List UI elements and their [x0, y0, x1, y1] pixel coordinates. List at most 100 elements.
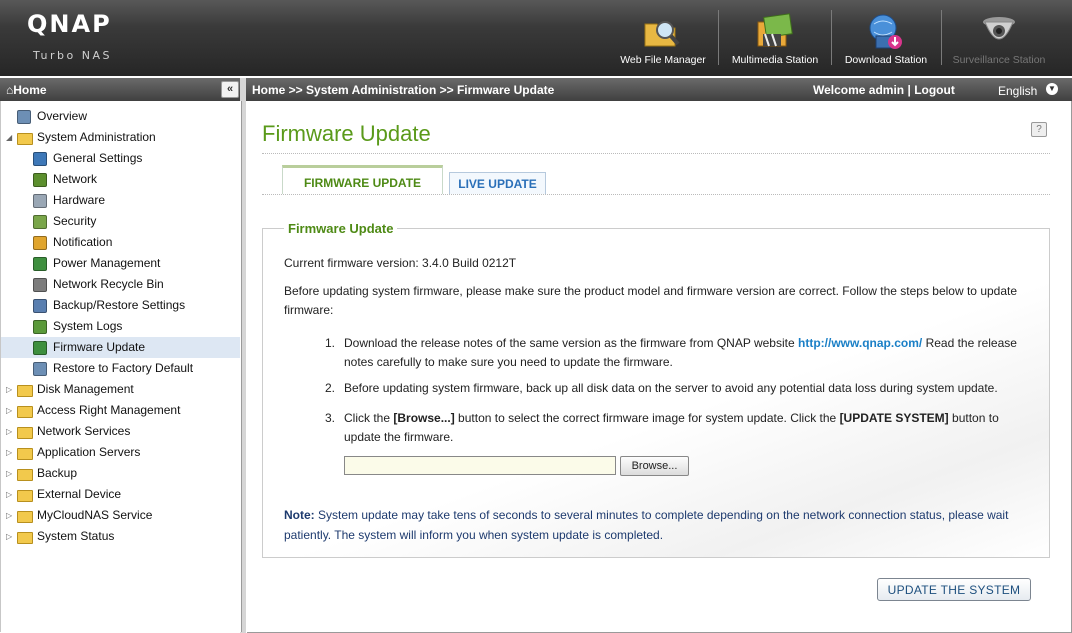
sidebar-item-network-recycle-bin[interactable]: Network Recycle Bin	[1, 274, 240, 295]
sidebar-item-disk-management[interactable]: ▷ Disk Management	[1, 379, 240, 400]
backup-restore-icon	[33, 299, 47, 313]
folder-icon	[17, 532, 33, 544]
folder-icon	[17, 427, 33, 439]
current-version: Current firmware version: 3.4.0 Build 02…	[284, 254, 516, 273]
sidebar-item-label: MyCloudNAS Service	[37, 508, 153, 522]
system-logs-icon	[33, 320, 47, 334]
sidebar-item-firmware-update[interactable]: Firmware Update	[1, 337, 240, 358]
folder-icon	[17, 385, 33, 397]
header-divider	[831, 10, 832, 65]
folder-open-icon	[17, 133, 33, 145]
sidebar-item-restore-to-factory-default[interactable]: Restore to Factory Default	[1, 358, 240, 379]
sidebar-item-label: General Settings	[53, 151, 143, 165]
sidebar-item-overview[interactable]: Overview	[1, 106, 240, 127]
sidebar-item-notification[interactable]: Notification	[1, 232, 240, 253]
collapsed-arrow-icon[interactable]: ▷	[6, 400, 16, 421]
folder-icon	[17, 511, 33, 523]
collapsed-arrow-icon[interactable]: ▷	[6, 379, 16, 400]
divider	[262, 194, 1050, 195]
sidebar-item-power-management[interactable]: Power Management	[1, 253, 240, 274]
sidebar-item-system-logs[interactable]: System Logs	[1, 316, 240, 337]
sidebar-home-label: Home	[13, 83, 47, 97]
sidebar-item-backup-restore-settings[interactable]: Backup/Restore Settings	[1, 295, 240, 316]
update-system-button[interactable]: UPDATE THE SYSTEM	[877, 578, 1031, 601]
step-number: 2.	[325, 381, 336, 395]
collapsed-arrow-icon[interactable]: ▷	[6, 505, 16, 526]
multimedia-station-icon	[757, 13, 793, 47]
hardware-icon	[33, 194, 47, 208]
collapsed-arrow-icon[interactable]: ▷	[6, 442, 16, 463]
sidebar-item-label: Access Right Management	[37, 403, 181, 417]
browse-button[interactable]: Browse...	[620, 456, 689, 476]
sidebar-home[interactable]: ⌂Home	[6, 83, 47, 97]
sidebar-item-label: Hardware	[53, 193, 106, 207]
step-1-text: Download the release notes of the same v…	[344, 336, 1017, 369]
tab-live-update[interactable]: LIVE UPDATE	[449, 172, 546, 194]
help-icon[interactable]: ?	[1031, 122, 1047, 137]
sidebar-item-application-servers[interactable]: ▷ Application Servers	[1, 442, 240, 463]
sidebar-item-label: Overview	[37, 109, 88, 123]
separator: |	[907, 83, 911, 97]
sidebar-item-general-settings[interactable]: General Settings	[1, 148, 240, 169]
security-icon	[33, 215, 47, 229]
app-multimedia-station[interactable]: Multimedia Station	[725, 6, 825, 72]
app-web-file-manager[interactable]: Web File Manager	[615, 6, 711, 72]
folder-icon	[17, 490, 33, 502]
chevron-down-icon[interactable]: ▼	[1046, 83, 1058, 95]
folder-icon	[17, 448, 33, 460]
surveillance-station-icon	[983, 17, 1015, 40]
step-3-text: Click the [Browse...] button to select t…	[344, 411, 999, 444]
sidebar-item-external-device[interactable]: ▷ External Device	[1, 484, 240, 505]
header-divider	[718, 10, 719, 65]
firmware-file-input[interactable]	[344, 456, 616, 475]
sidebar-item-label: Backup/Restore Settings	[53, 298, 186, 312]
sidebar-item-access-right-management[interactable]: ▷ Access Right Management	[1, 400, 240, 421]
factory-default-icon	[33, 362, 47, 376]
qnap-website-link[interactable]: http://www.qnap.com/	[798, 336, 922, 350]
tab-firmware-update[interactable]: FIRMWARE UPDATE	[282, 165, 443, 194]
sidebar-item-network-services[interactable]: ▷ Network Services	[1, 421, 240, 442]
download-station-icon	[869, 14, 902, 49]
sidebar-item-mycloudnas-service[interactable]: ▷ MyCloudNAS Service	[1, 505, 240, 526]
welcome-text: Welcome admin	[813, 83, 905, 97]
language-select[interactable]: English	[998, 84, 1037, 98]
app-surveillance-station[interactable]: Surveillance Station	[947, 6, 1051, 72]
collapse-sidebar-button[interactable]: «	[221, 81, 239, 98]
collapsed-arrow-icon[interactable]: ▷	[6, 421, 16, 442]
qnap-logo: QNAP	[27, 10, 112, 38]
expanded-arrow-icon[interactable]: ◢	[6, 127, 16, 148]
sidebar-item-system-administration[interactable]: ◢ System Administration	[1, 127, 240, 148]
sidebar-item-label: External Device	[37, 487, 122, 501]
step-number: 1.	[325, 336, 336, 350]
sidebar-item-label: Power Management	[53, 256, 161, 270]
panel-legend: Firmware Update	[284, 221, 398, 236]
sidebar-item-label: System Status	[37, 529, 115, 543]
sidebar-item-security[interactable]: Security	[1, 211, 240, 232]
app-download-station[interactable]: Download Station	[838, 6, 934, 72]
sidebar-item-label: System Administration	[37, 130, 156, 144]
sidebar-item-label: Notification	[53, 235, 113, 249]
user-area: Welcome admin | Logout	[813, 83, 955, 97]
general-settings-icon	[33, 152, 47, 166]
sidebar-header: ⌂Home «	[0, 78, 240, 101]
logout-link[interactable]: Logout	[914, 83, 955, 97]
power-icon	[33, 257, 47, 271]
sidebar-item-label: Network Services	[37, 424, 131, 438]
sidebar-item-label: Backup	[37, 466, 78, 480]
collapsed-arrow-icon[interactable]: ▷	[6, 526, 16, 547]
sidebar-item-hardware[interactable]: Hardware	[1, 190, 240, 211]
firmware-icon	[33, 341, 47, 355]
step-number: 3.	[325, 411, 336, 425]
sidebar-item-network[interactable]: Network	[1, 169, 240, 190]
sidebar-item-system-status[interactable]: ▷ System Status	[1, 526, 240, 547]
collapsed-arrow-icon[interactable]: ▷	[6, 484, 16, 505]
network-icon	[33, 173, 47, 187]
sidebar-item-label: Security	[53, 214, 97, 228]
top-header: QNAP Turbo NAS Web File Manager Multimed…	[0, 0, 1072, 76]
sidebar-item-backup[interactable]: ▷ Backup	[1, 463, 240, 484]
collapsed-arrow-icon[interactable]: ▷	[6, 463, 16, 484]
sidebar-item-label: Network	[53, 172, 98, 186]
note-text: Note: System update may take tens of sec…	[284, 508, 1009, 542]
current-version-value: 3.4.0 Build 0212T	[422, 256, 517, 270]
overview-icon	[17, 110, 31, 124]
